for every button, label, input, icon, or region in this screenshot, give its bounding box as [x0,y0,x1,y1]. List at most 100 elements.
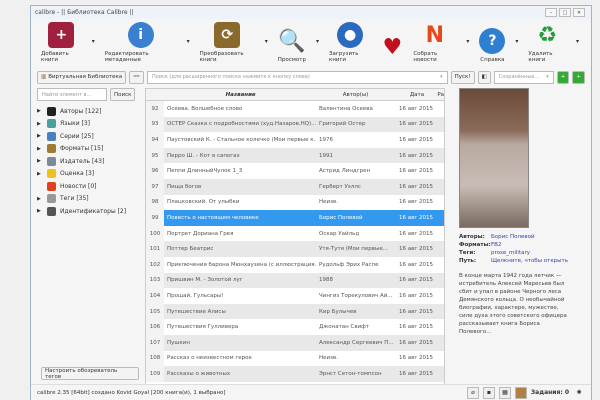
table-row[interactable]: 104 Прощай, Гульсары! Чингиз Торекулович А… [146,288,444,304]
cell-date: 16 авг 2015 [399,121,433,128]
table-row[interactable]: 108 Рассказ о неизвестном герое Неизв. 16 а… [146,350,444,367]
tag-category[interactable]: ▶ Идентификаторы [2] [37,205,141,218]
cell-date: 16 авг 2015 [399,261,433,268]
search-bar: ▥ Виртуальная Библиотека 👓 Поиск (для рас… [37,70,585,84]
cell-title: Повесть о настоящем человеке [167,214,259,221]
table-row[interactable]: 92 Осеева. Волшебное слово Валентина Осеев… [146,101,444,117]
table-row[interactable]: 105 Путешествие Алисы Кир Булычев 16 авг 20… [146,303,444,320]
cell-date: 16 авг 2015 [399,292,433,299]
tag-find-button[interactable]: Поиск [110,88,136,101]
table-row[interactable]: 97 Пища богов Герберт Уэллс 16 авг 2015 [146,178,444,195]
tag-category[interactable]: Новости [0] [37,180,141,193]
tag-category[interactable]: ▶ Оценка [3] [37,168,141,181]
detail-link[interactable]: Борис Полевой [491,234,587,240]
grid-view-icon[interactable]: ▦ [498,386,511,399]
toolbar-button-magnifier[interactable]: 🔍 Просмотр [274,28,310,64]
expand-arrow-icon[interactable]: ▶ [37,196,43,202]
cell-title: Пушкин [167,339,190,346]
table-row[interactable]: 103 Пришвин М. - Золотой луг 1988 16 авг 20… [146,272,444,289]
dropdown-arrow-icon[interactable]: ▾ [466,38,469,45]
toolbar-label: Добавить книги [41,51,69,63]
column-authors[interactable]: Автор(ы) [314,92,393,98]
table-row[interactable]: 98 Плацковский. От улыбки Неизв. 16 авг 201… [146,194,444,211]
row-number: 107 [146,334,164,351]
search-input[interactable]: Поиск (для расширенного поиска нажмите к… [147,70,448,84]
jobs-label[interactable]: Задания: 0 [531,387,569,399]
dropdown-arrow-icon[interactable]: ▾ [576,38,579,45]
table-row[interactable]: 107 Пушкин Александр Сергеевич П... 16 авг … [146,334,444,351]
saved-searches-select[interactable]: Сохранённые... ▾ [493,70,554,84]
book-details-toggle-icon[interactable]: ▪ [482,386,495,399]
tag-find-input[interactable]: Найти элемент в... [37,88,107,101]
cell-author: Кир Булычев [319,308,357,315]
column-date[interactable]: Дата [394,92,438,98]
table-row[interactable]: 93 ОСТЕР Сказка с подробностями (худ.Наза… [146,116,444,133]
row-number: 104 [146,288,164,304]
tag-category[interactable]: ▶ Серии [25] [37,130,141,143]
toolbar-button-globe[interactable]: ● Загрузить книги [325,22,375,63]
dropdown-arrow-icon[interactable]: ▾ [316,38,319,45]
save-search-button[interactable]: + [556,70,570,84]
expand-arrow-icon[interactable]: ▶ [37,158,43,164]
expand-arrow-icon[interactable]: ▶ [37,146,43,152]
toolbar-button-convert-book[interactable]: ⟳ Преобразовать книги [196,22,259,63]
dropdown-arrow-icon[interactable]: ▾ [92,38,95,45]
advanced-search-button[interactable]: 👓 [129,70,144,84]
expand-arrow-icon[interactable]: ▶ [37,208,43,214]
row-number: 102 [146,256,164,273]
toolbar-button-heart[interactable]: ♥ [375,34,409,63]
chevron-down-icon[interactable]: ▾ [440,74,443,80]
clear-search-button[interactable]: ◧ [477,70,491,84]
row-number: 95 [146,147,164,164]
table-header: Название Автор(ы) Дата Ра [146,89,444,101]
cell-author: Утя-Тутя (Мои первые... [319,246,388,253]
expand-arrow-icon[interactable]: ▶ [37,171,43,177]
book-cover[interactable] [459,88,529,228]
minimize-button[interactable]: – [545,8,557,17]
expand-arrow-icon[interactable]: ▶ [37,121,43,127]
tag-category[interactable]: ▶ Теги [35] [37,193,141,206]
tag-category[interactable]: ▶ Форматы [15] [37,143,141,156]
cell-author: 1988 [319,277,333,284]
add-book-icon: + [48,22,75,48]
toolbar-button-info[interactable]: i Редактировать метаданные [101,22,181,63]
configure-tag-browser-button[interactable]: Настроить обозреватель тегов [41,367,139,380]
tag-category[interactable]: ▶ Языки [3] [37,118,141,131]
table-row[interactable]: 106 Путешествия Гулливера Джонатан Свифт 16… [146,319,444,335]
detail-link[interactable]: Щелкните, чтобы открыть [491,258,587,264]
convert-book-icon: ⟳ [214,22,241,48]
tag-category[interactable]: ▶ Авторы [122] [37,105,141,118]
table-row[interactable]: 99 Повесть о настоящем человеке Борис Поле… [146,210,444,226]
toolbar-button-recycle[interactable]: ♻ Удалить книги [524,22,570,64]
detail-link[interactable]: prose_military [491,250,587,256]
table-row[interactable]: 100 Портрет Дориана Грея Оскар Уайльд 16 ав… [146,225,444,242]
cover-flow-icon[interactable] [514,386,527,399]
dropdown-arrow-icon[interactable]: ▾ [187,38,190,45]
table-row[interactable]: 94 Паустовский К. - Стальное колечко (Мои… [146,132,444,148]
detail-label: Путь: [459,258,477,264]
toolbar-label: Преобразовать книги [199,51,244,63]
column-rating[interactable]: Ра [437,92,444,98]
add-search-button[interactable]: + [572,70,585,84]
toolbar-label: Загрузить книги [329,51,359,63]
expand-arrow-icon[interactable]: ▶ [37,108,43,114]
search-go-button[interactable]: Пуск! [450,70,475,84]
toolbar-button-news[interactable]: N Собрать новости [409,22,460,64]
detail-link[interactable]: FB2 [491,242,587,248]
expand-arrow-icon[interactable]: ▶ [37,133,43,139]
close-button[interactable]: ✕ [573,8,585,17]
table-row[interactable]: 102 Приключения барона Мюнхаузена (с иллю… [146,256,444,273]
column-title[interactable]: Название [164,92,315,98]
table-row[interactable]: 96 Пеппи ДлинныйЧулок 1_3 Астрид Линдгрен 1… [146,163,444,179]
virtual-library-button[interactable]: ▥ Виртуальная Библиотека [37,70,127,84]
toolbar-button-help[interactable]: ? Справка [475,28,509,63]
tag-icon[interactable]: ⌀ [466,386,479,399]
table-row[interactable]: 109 Рассказы о животных Эрнст Сетон-томпсо… [146,366,444,382]
toolbar-button-add-book[interactable]: + Добавить книги [37,22,86,63]
tag-category[interactable]: ▶ Издатель [43] [37,155,141,168]
maximize-button[interactable]: □ [559,8,571,17]
table-row[interactable]: 95 Перро Ш. - Кот в сапогах 1991 16 авг 201… [146,147,444,164]
dropdown-arrow-icon[interactable]: ▾ [265,38,268,45]
dropdown-arrow-icon[interactable]: ▾ [515,38,518,45]
table-row[interactable]: 101 Поттер Беатрис Утя-Тутя (Мои первые...… [146,241,444,257]
